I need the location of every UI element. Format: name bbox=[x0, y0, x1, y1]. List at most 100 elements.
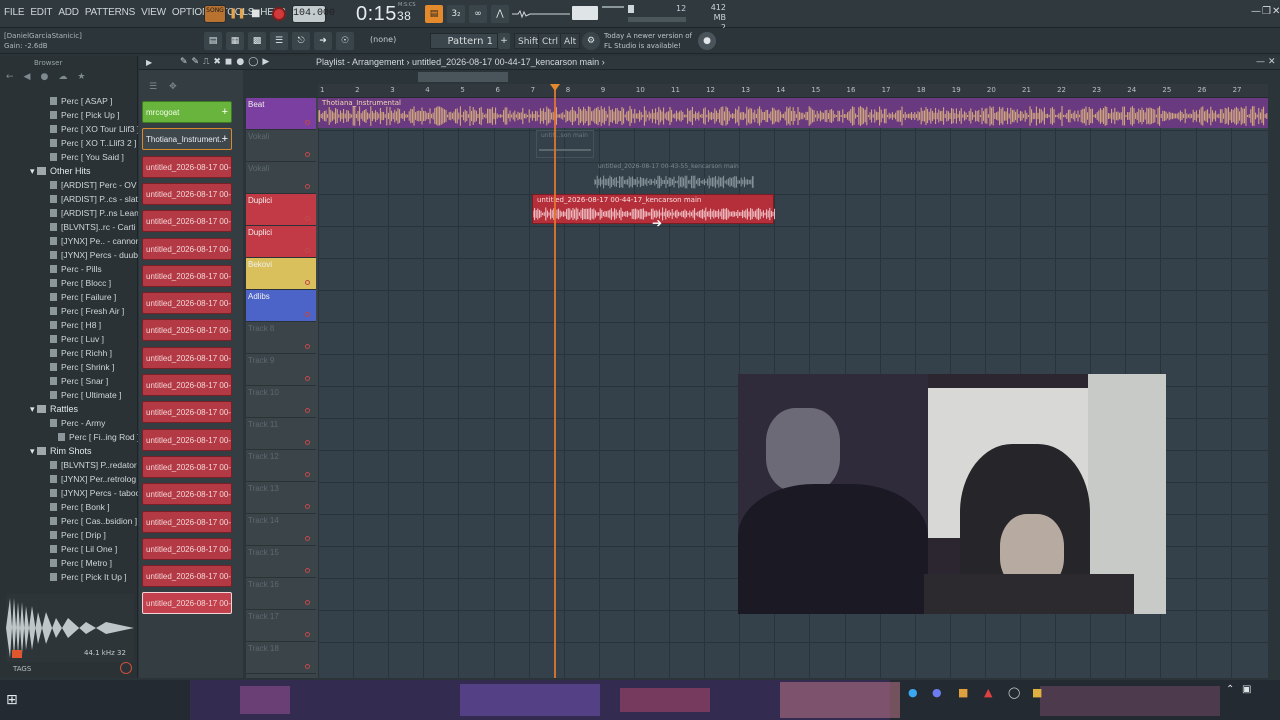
track-header[interactable]: Track 17 bbox=[246, 610, 316, 642]
folder-expand-icon[interactable]: ▾ bbox=[30, 166, 37, 176]
browser-file[interactable]: [JYNX] Percs - taboo bbox=[0, 486, 138, 500]
channel-button[interactable]: untitled_2026-08-17 00-.. bbox=[142, 428, 232, 451]
browser-file[interactable]: [BLVNTS]..rc - Carti bbox=[0, 220, 138, 234]
track-header[interactable]: Bekovi bbox=[246, 258, 316, 290]
browser-star-icon[interactable]: ★ bbox=[77, 72, 85, 88]
browser-file[interactable]: Perc [ You Said ] bbox=[0, 150, 138, 164]
track-mute-icon[interactable] bbox=[305, 248, 310, 253]
playlist-window-icon[interactable]: ▤ bbox=[204, 32, 222, 50]
explorer-icon[interactable]: ■ bbox=[1032, 686, 1042, 699]
close-icon[interactable]: ✕ bbox=[1272, 6, 1280, 17]
arrow-right-icon[interactable]: ➜ bbox=[314, 32, 332, 50]
playlist-minimize-icon[interactable]: — bbox=[1256, 57, 1265, 67]
browser-file[interactable]: Perc - Pills bbox=[0, 262, 138, 276]
brave-icon[interactable]: ▲ bbox=[984, 686, 992, 699]
menu-edit[interactable]: EDIT bbox=[30, 7, 52, 18]
channel-button[interactable]: untitled_2026-08-17 00-.. bbox=[142, 592, 232, 615]
menu-add[interactable]: ADD bbox=[58, 7, 79, 18]
browser-snap-icon[interactable]: ● bbox=[40, 72, 48, 88]
browser-file[interactable]: Perc [ Bonk ] bbox=[0, 500, 138, 514]
browser-file[interactable]: Perc [ Fi..ing Rod ] bbox=[0, 430, 138, 444]
track-mute-icon[interactable] bbox=[305, 632, 310, 637]
browser-collapse-icon[interactable]: ◀ bbox=[24, 72, 31, 88]
browser-folder[interactable]: ▾ Other Hits bbox=[0, 164, 138, 178]
menu-view[interactable]: VIEW bbox=[141, 7, 166, 18]
track-mute-icon[interactable] bbox=[305, 280, 310, 285]
track-mute-icon[interactable] bbox=[305, 376, 310, 381]
track-mute-icon[interactable] bbox=[305, 216, 310, 221]
browser-file[interactable]: [BLVNTS] P..redator bbox=[0, 458, 138, 472]
edge-icon[interactable]: ● bbox=[908, 686, 918, 699]
browser-file[interactable]: [JYNX] Percs - duubi bbox=[0, 248, 138, 262]
track-header[interactable]: Beat bbox=[246, 98, 316, 130]
browser-file[interactable]: Perc [ Shrink ] bbox=[0, 360, 138, 374]
browser-file[interactable]: Perc [ Pick Up ] bbox=[0, 108, 138, 122]
track-header[interactable]: Track 16 bbox=[246, 578, 316, 610]
track-mute-icon[interactable] bbox=[305, 472, 310, 477]
browser-file[interactable]: Perc [ Fresh Air ] bbox=[0, 304, 138, 318]
browser-file[interactable]: Perc [ Luv ] bbox=[0, 332, 138, 346]
browser-file[interactable]: Perc [ Blocc ] bbox=[0, 276, 138, 290]
tempo-display[interactable]: 104.000 bbox=[292, 5, 335, 23]
browser-folder[interactable]: ▾ Rattles bbox=[0, 402, 138, 416]
metronome-icon[interactable]: ⋀ bbox=[491, 5, 509, 23]
online-status-icon[interactable]: ● bbox=[698, 32, 716, 50]
pattern-none-selector[interactable]: (none) bbox=[370, 35, 396, 44]
channel-add-icon[interactable]: + bbox=[222, 102, 228, 122]
track-mute-icon[interactable] bbox=[305, 312, 310, 317]
track-header[interactable]: Track 12 bbox=[246, 450, 316, 482]
channel-button[interactable]: untitled_2026-08-17 00-.. bbox=[142, 292, 232, 315]
channel-button[interactable]: untitled_2026-08-17 00-.. bbox=[142, 346, 232, 369]
browser-file[interactable]: Perc [ H8 ] bbox=[0, 318, 138, 332]
track-mute-icon[interactable] bbox=[305, 152, 310, 157]
playhead[interactable] bbox=[554, 84, 556, 678]
track-mute-icon[interactable] bbox=[305, 664, 310, 669]
track-header[interactable]: Track 14 bbox=[246, 514, 316, 546]
track-mute-icon[interactable] bbox=[305, 120, 310, 125]
track-mute-icon[interactable] bbox=[305, 184, 310, 189]
playlist-menu-arrow-icon[interactable]: ▶ bbox=[146, 58, 152, 67]
network-icon[interactable]: ▣ bbox=[1242, 684, 1251, 695]
browser-file[interactable]: [ARDIST] P..ns Lean bbox=[0, 206, 138, 220]
stop-button[interactable]: ■ bbox=[251, 5, 263, 23]
track-header[interactable]: Vokali bbox=[246, 162, 316, 194]
browser-file[interactable]: Perc - Army bbox=[0, 416, 138, 430]
track-header[interactable]: Track 10 bbox=[246, 386, 316, 418]
channel-button[interactable]: untitled_2026-08-17 00-.. bbox=[142, 182, 232, 205]
pause-button[interactable]: ❚❚ bbox=[229, 5, 246, 23]
record-button[interactable] bbox=[272, 7, 286, 21]
channel-button[interactable]: untitled_2026-08-17 00-.. bbox=[142, 537, 232, 560]
song-mode-button[interactable]: SONG bbox=[204, 5, 226, 23]
track-header[interactable]: Track 15 bbox=[246, 546, 316, 578]
channel-button[interactable]: untitled_2026-08-17 00-.. bbox=[142, 210, 232, 233]
fl-studio-icon[interactable]: ■ bbox=[958, 686, 968, 699]
track-header[interactable]: Vokali bbox=[246, 130, 316, 162]
discord-icon[interactable]: ● bbox=[932, 686, 942, 699]
browser-search-icon[interactable] bbox=[120, 662, 132, 674]
playlist-tools[interactable]: ✎✎⎍✖◼●◯▶ bbox=[180, 57, 273, 67]
news-panel[interactable]: Today A newer version of FL Studio is ava… bbox=[604, 31, 692, 51]
browser-file[interactable]: Perc [ Ultimate ] bbox=[0, 388, 138, 402]
playlist-close-icon[interactable]: ✕ bbox=[1268, 57, 1276, 67]
add-pattern-icon[interactable]: + bbox=[498, 33, 510, 49]
mixer-icon[interactable]: ☰ bbox=[270, 32, 288, 50]
browser-cloud-icon[interactable]: ☁ bbox=[58, 72, 67, 88]
folder-expand-icon[interactable]: ▾ bbox=[30, 404, 37, 414]
browser-back-icon[interactable]: ← bbox=[6, 72, 14, 88]
channel-rack-tools[interactable]: ☰✥ bbox=[149, 82, 189, 92]
channel-button[interactable]: untitled_2026-08-17 00-.. bbox=[142, 319, 232, 342]
plugin-picker-icon[interactable]: ⎋ bbox=[292, 32, 310, 50]
master-volume-slider[interactable] bbox=[572, 6, 598, 20]
channel-button[interactable]: Thotiana_Instrument.. + bbox=[142, 128, 232, 151]
channel-rack-icon[interactable]: ▩ bbox=[248, 32, 266, 50]
browser-file[interactable]: Perc [ XO Tour Llif3 ] bbox=[0, 122, 138, 136]
browser-file[interactable]: Perc [ Metro ] bbox=[0, 556, 138, 570]
tags-label[interactable]: TAGS bbox=[13, 665, 31, 673]
browser-file[interactable]: Perc [ Richh ] bbox=[0, 346, 138, 360]
channel-button[interactable]: untitled_2026-08-17 00-.. bbox=[142, 565, 232, 588]
menu-file[interactable]: FILE bbox=[4, 7, 25, 18]
browser-file[interactable]: Perc [ Failure ] bbox=[0, 290, 138, 304]
channel-button[interactable]: untitled_2026-08-17 00-.. bbox=[142, 155, 232, 178]
track-mute-icon[interactable] bbox=[305, 344, 310, 349]
news-icon[interactable]: ⚙ bbox=[582, 32, 600, 50]
